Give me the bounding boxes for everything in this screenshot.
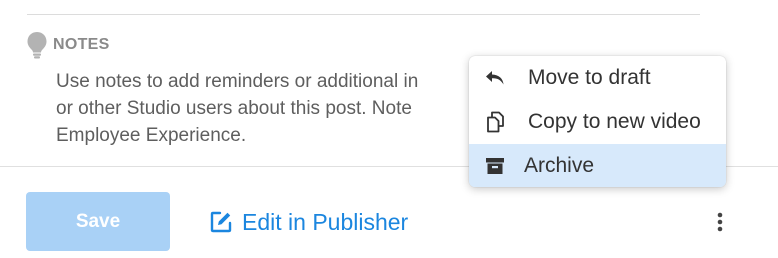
notes-description: Use notes to add reminders or additional… [56,68,471,148]
save-button[interactable]: Save [26,192,170,251]
edit-icon [210,211,232,233]
actions-dropdown-menu: Move to draft Copy to new video Archive [469,56,726,187]
more-options-icon[interactable] [711,210,729,234]
notes-header: NOTES [26,31,110,59]
notes-line: or other Studio users about this post. N… [56,98,412,119]
edit-in-publisher-label: Edit in Publisher [242,208,409,235]
edit-in-publisher-link[interactable]: Edit in Publisher [209,205,408,239]
menu-item-label: Copy to new video [528,110,701,133]
undo-arrow-icon [483,67,507,89]
lightbulb-icon [27,32,47,59]
menu-item-move-to-draft[interactable]: Move to draft [469,56,726,100]
notes-line: Use notes to add reminders or additional… [56,71,419,92]
copy-icon [483,111,507,133]
top-divider [27,14,700,15]
menu-item-copy-to-new-video[interactable]: Copy to new video [469,100,726,144]
archive-box-icon [483,155,507,177]
menu-item-label: Move to draft [528,66,651,89]
notes-title: NOTES [53,36,110,53]
menu-item-archive[interactable]: Archive [469,144,726,187]
menu-item-label: Archive [524,154,595,177]
notes-line: Employee Experience. [56,125,247,146]
